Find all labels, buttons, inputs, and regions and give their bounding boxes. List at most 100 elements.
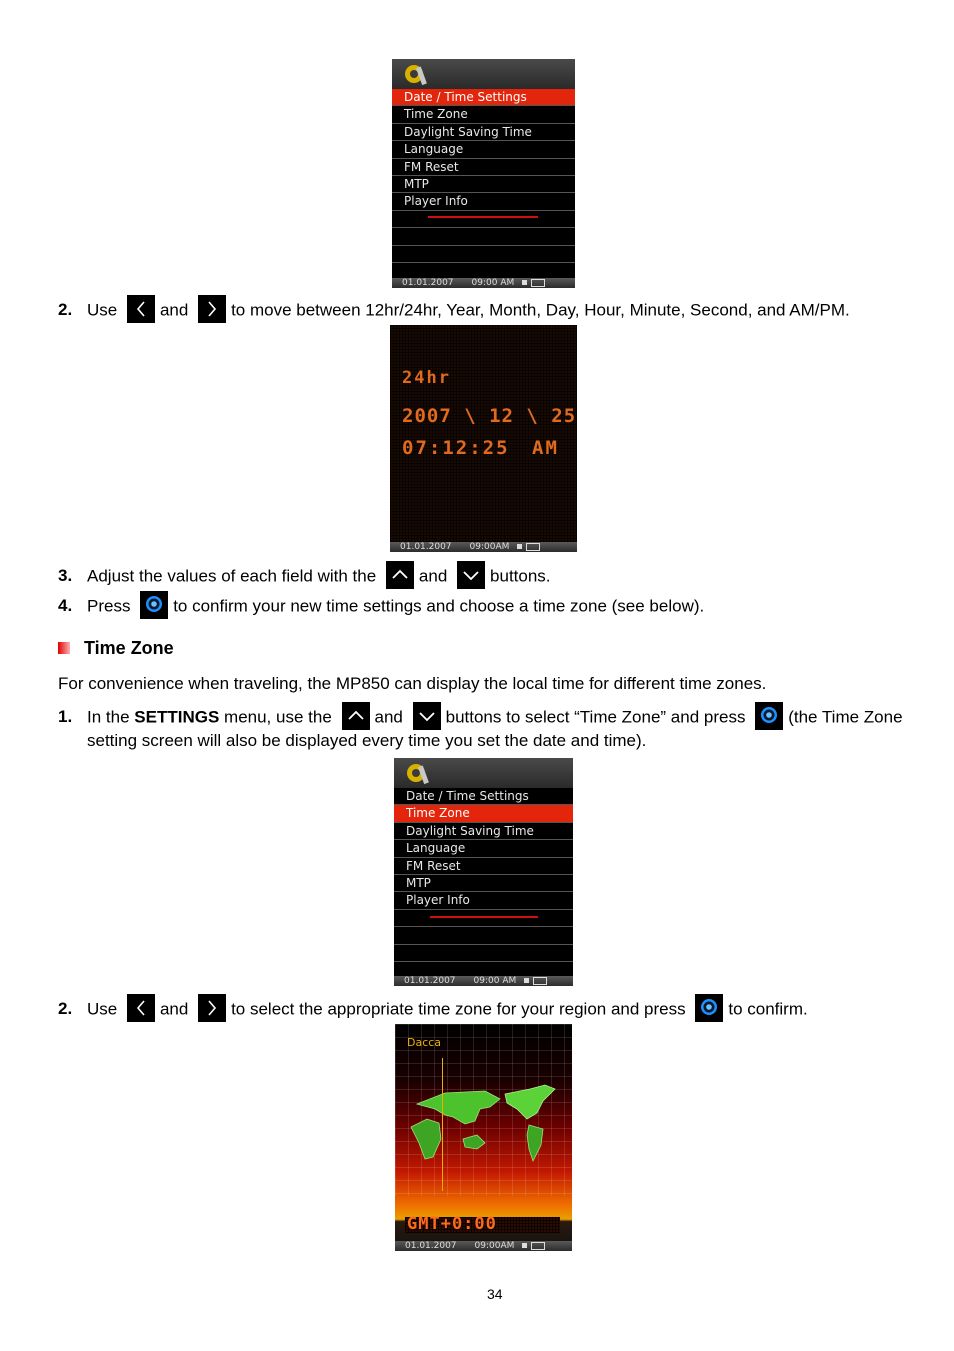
- step-text: to move between 12hr/24hr, Year, Month, …: [231, 300, 850, 320]
- menu-row-empty: [394, 910, 573, 928]
- menu-item-mtp[interactable]: MTP: [392, 176, 575, 194]
- menu-item-fm-reset[interactable]: FM Reset: [394, 858, 573, 875]
- status-date: 01.01.2007: [404, 976, 456, 986]
- menu-divider: [428, 216, 538, 218]
- step-text: and: [418, 566, 448, 586]
- step-text: and: [159, 300, 189, 320]
- up-button-icon: [341, 702, 370, 730]
- menu-item-language[interactable]: Language: [394, 840, 573, 858]
- menu-row-empty: [394, 927, 573, 945]
- step-text: buttons to select “Time Zone” and press: [445, 707, 746, 727]
- time-value: 07:12:25: [402, 437, 510, 459]
- step-text: In the: [87, 707, 130, 727]
- status-time: 09:00 AM: [471, 278, 515, 288]
- menu-item-time-zone[interactable]: Time Zone: [394, 805, 573, 823]
- status-bar: 01.01.2007 09:00AM: [395, 1241, 572, 1251]
- tz-step-2-choose-zone: 2. Use and to select the appropriate time…: [58, 994, 808, 1024]
- menu-row-empty: [392, 228, 575, 246]
- step-number: 3.: [58, 566, 73, 586]
- step-text: Adjust the values of each field with the: [87, 566, 377, 586]
- step-text: to select the appropriate time zone for …: [231, 999, 686, 1019]
- settings-menu-screen-2: Date / Time Settings Time Zone Daylight …: [394, 758, 573, 986]
- date-value: 2007 \ 12 \ 25: [402, 405, 577, 427]
- lock-icon: [524, 978, 530, 983]
- menu-item-dst[interactable]: Daylight Saving Time: [392, 124, 575, 142]
- time-zone-screen: Dacca GMT+0:00 01.01.2007 09:00AM: [395, 1024, 572, 1251]
- status-bar: 01.01.2007 09:00 AM: [394, 976, 573, 986]
- menu-item-time-zone[interactable]: Time Zone: [392, 106, 575, 124]
- menu-item-date-time[interactable]: Date / Time Settings: [392, 89, 575, 107]
- status-date: 01.01.2007: [402, 278, 454, 288]
- step-text: Press: [87, 596, 131, 616]
- step-2-move-fields: 2. Use and to move between 12hr/24hr, Yea…: [58, 295, 850, 325]
- select-button-icon: [140, 591, 169, 619]
- world-map-icon: [410, 1084, 556, 1163]
- menu-item-fm-reset[interactable]: FM Reset: [392, 159, 575, 176]
- menu-row-empty: [394, 945, 573, 962]
- battery-icon: [531, 1241, 546, 1250]
- step-4-confirm: 4. Press to confirm your new time setting…: [58, 591, 705, 621]
- menu-row-empty: [392, 211, 575, 229]
- menu-header: [394, 758, 573, 788]
- menu-item-dst[interactable]: Daylight Saving Time: [394, 823, 573, 841]
- gear-wrench-icon: [405, 65, 427, 86]
- menu-header: [392, 59, 575, 89]
- step-text: and: [374, 707, 403, 727]
- settings-label: SETTINGS: [134, 707, 220, 727]
- status-time: 09:00AM: [474, 1241, 515, 1251]
- menu-item-language[interactable]: Language: [392, 141, 575, 159]
- step-number: 2.: [58, 999, 73, 1019]
- step-3-adjust-values: 3. Adjust the values of each field with t…: [58, 561, 551, 591]
- section-title: Time Zone: [84, 638, 174, 658]
- menu-item-date-time[interactable]: Date / Time Settings: [394, 788, 573, 806]
- down-button-icon: [412, 702, 441, 730]
- lock-icon: [517, 544, 523, 549]
- menu-item-mtp[interactable]: MTP: [394, 875, 573, 893]
- lock-icon: [522, 280, 528, 285]
- ampm-value: AM: [532, 437, 559, 459]
- city-name: Dacca: [407, 1036, 442, 1049]
- status-bar: 01.01.2007 09:00 AM: [392, 278, 575, 288]
- left-button-icon: [126, 994, 155, 1022]
- battery-icon: [533, 976, 548, 985]
- down-button-icon: [457, 561, 486, 589]
- clock-setting-screen: 24hr 2007 \ 12 \ 25 07:12:25 AM 01.01.20…: [390, 325, 577, 552]
- left-button-icon: [126, 295, 155, 323]
- time-zone-marker: [442, 1058, 443, 1191]
- status-time: 09:00AM: [469, 542, 510, 552]
- gmt-offset: GMT+0:00: [407, 1214, 497, 1234]
- step-text: menu, use the: [224, 707, 332, 727]
- menu-item-player-info[interactable]: Player Info: [394, 892, 573, 910]
- select-button-icon: [755, 702, 784, 730]
- hour-mode: 24hr: [402, 368, 451, 388]
- status-time: 09:00 AM: [473, 976, 517, 986]
- step-number: 2.: [58, 300, 73, 320]
- battery-icon: [526, 542, 541, 551]
- right-button-icon: [198, 994, 227, 1022]
- step-text: Use: [87, 300, 118, 320]
- step-text: to confirm.: [728, 999, 808, 1019]
- menu-row-empty: [392, 246, 575, 263]
- up-button-icon: [385, 561, 414, 589]
- gear-wrench-icon: [407, 764, 429, 785]
- status-date: 01.01.2007: [405, 1241, 457, 1251]
- step-number: 4.: [58, 596, 73, 616]
- tz-step-1-select: 1. In the SETTINGS menu, use the and butt…: [58, 702, 903, 732]
- step-number: 1.: [58, 707, 73, 727]
- settings-menu-screen-1: Date / Time Settings Time Zone Daylight …: [392, 59, 575, 288]
- right-button-icon: [198, 295, 227, 323]
- section-intro: For convenience when traveling, the MP85…: [58, 674, 767, 693]
- tz-step-1-line-2: setting screen will also be displayed ev…: [87, 731, 647, 750]
- battery-icon: [531, 278, 546, 287]
- step-text: and: [159, 999, 189, 1019]
- menu-item-player-info[interactable]: Player Info: [392, 193, 575, 211]
- lock-icon: [522, 1243, 528, 1248]
- step-text: to confirm your new time settings and ch…: [173, 596, 705, 616]
- step-text: (the Time Zone: [788, 707, 903, 727]
- step-text: Use: [87, 999, 118, 1019]
- page-number: 34: [487, 1286, 503, 1302]
- select-button-icon: [695, 994, 724, 1022]
- status-bar: 01.01.2007 09:00AM: [390, 542, 577, 552]
- status-date: 01.01.2007: [400, 542, 452, 552]
- menu-divider: [430, 916, 538, 918]
